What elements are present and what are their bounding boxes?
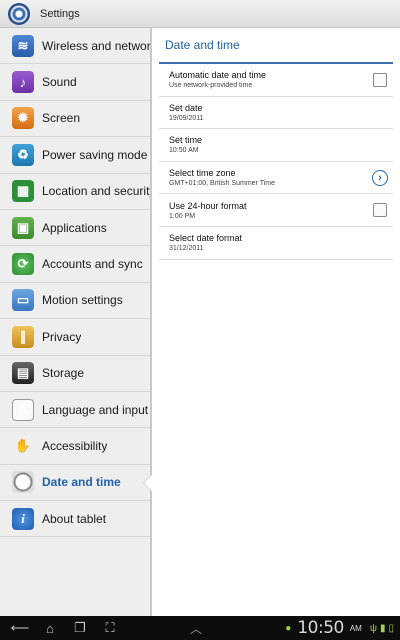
recent-apps-icon[interactable]: ❐ <box>70 620 90 636</box>
window-title: Settings <box>40 7 80 20</box>
chevron-right-icon[interactable]: › <box>372 169 388 186</box>
sidebar-item-wireless[interactable]: ≋ Wireless and networks <box>0 28 150 65</box>
sidebar-item-date-time[interactable]: ◷ Date and time <box>0 465 152 502</box>
pref-title: Use 24-hour format <box>169 200 247 211</box>
pref-use-24-hour-format[interactable]: Use 24-hour format 1:00 PM <box>159 194 393 227</box>
pref-set-date[interactable]: Set date 19/09/2011 <box>159 97 393 130</box>
settings-gear-icon <box>8 2 30 25</box>
sidebar-item-label: Motion settings <box>42 293 123 308</box>
sidebar-item-power-saving[interactable]: ♻ Power saving mode <box>0 137 150 174</box>
signal-icon: ▮ <box>379 622 386 634</box>
recycle-icon: ♻ <box>12 143 34 166</box>
screenshot-icon[interactable]: ⛶ <box>100 620 120 636</box>
clock-icon: ◷ <box>12 471 34 494</box>
system-navigation-bar: ⟵ ⌂ ❐ ⛶ ︿ ● 10:50 AM ψ ▮ ▯ <box>0 616 400 640</box>
sidebar-item-label: Storage <box>42 366 85 381</box>
detail-header: Date and time <box>159 28 393 64</box>
usb-icon: ψ <box>369 622 377 634</box>
pref-summary: GMT+01:00, British Summer Time <box>169 180 276 188</box>
pref-title: Automatic date and time <box>169 70 267 81</box>
sidebar-item-label: Power saving mode <box>42 147 148 162</box>
keyboard-a-icon: A <box>12 398 34 421</box>
pref-select-date-format[interactable]: Select date format 31/12/2011 <box>159 227 393 260</box>
info-icon: i <box>12 507 34 530</box>
hand-icon: ✋ <box>14 437 32 453</box>
sd-card-icon: ▤ <box>12 362 34 385</box>
pref-summary: 1:00 PM <box>169 212 196 220</box>
pref-title: Set date <box>169 102 203 113</box>
sidebar-item-label: Accounts and sync <box>42 257 143 272</box>
sidebar-item-sound[interactable]: ♪ Sound <box>0 64 150 101</box>
sidebar-item-label: Applications <box>42 220 107 235</box>
android-icon: ● <box>285 622 292 634</box>
pref-select-time-zone[interactable]: Select time zone GMT+01:00, British Summ… <box>159 162 393 195</box>
status-area[interactable]: ● 10:50 AM ψ ▮ ▯ <box>282 616 394 640</box>
sidebar-item-about-tablet[interactable]: i About tablet <box>0 501 150 538</box>
title-bar: Settings <box>0 0 400 28</box>
chevron-up-icon[interactable]: ︿ <box>190 620 202 637</box>
back-icon[interactable]: ⟵ <box>10 620 30 636</box>
sidebar-item-applications[interactable]: ▣ Applications <box>0 210 150 247</box>
status-ampm: AM <box>349 623 362 633</box>
pref-title: Select time zone <box>169 168 236 179</box>
pref-title: Set time <box>169 135 203 146</box>
sidebar-item-label: Screen <box>42 111 81 126</box>
fence-icon: ∥ <box>12 325 34 348</box>
tablet-motion-icon: ▭ <box>12 289 34 312</box>
sidebar-item-accessibility[interactable]: ✋ Accessibility <box>0 428 150 465</box>
screen-icon: ✹ <box>12 107 34 130</box>
sidebar-item-label: Wireless and networks <box>42 38 150 53</box>
location-grid-icon: ▦ <box>12 180 34 203</box>
page-title: Date and time <box>165 38 240 52</box>
sidebar-item-screen[interactable]: ✹ Screen <box>0 101 150 138</box>
pref-summary: 31/12/2011 <box>169 245 204 253</box>
pref-summary: 19/09/2011 <box>169 114 204 122</box>
status-clock: 10:50 <box>297 618 344 638</box>
wifi-icon: ≋ <box>12 34 34 57</box>
battery-icon: ▯ <box>388 622 394 634</box>
sidebar-item-accounts-sync[interactable]: ⟳ Accounts and sync <box>0 246 150 283</box>
pref-automatic-date-time[interactable]: Automatic date and time Use network-prov… <box>159 64 393 97</box>
use-24-hour-checkbox[interactable] <box>373 203 387 218</box>
detail-pane: Date and time Automatic date and time Us… <box>152 28 400 616</box>
sync-icon: ⟳ <box>12 253 34 276</box>
sidebar-item-motion[interactable]: ▭ Motion settings <box>0 283 150 320</box>
sidebar-item-label: Language and input <box>42 402 149 417</box>
sidebar-item-label: Date and time <box>42 475 121 490</box>
sidebar-item-label: Location and security <box>42 184 150 199</box>
pref-summary: Use network-provided time <box>169 82 253 90</box>
sidebar-item-privacy[interactable]: ∥ Privacy <box>0 319 150 356</box>
sidebar-item-storage[interactable]: ▤ Storage <box>0 356 150 392</box>
home-icon[interactable]: ⌂ <box>40 620 60 636</box>
pref-set-time[interactable]: Set time 10:50 AM <box>159 129 393 162</box>
sidebar-item-location-security[interactable]: ▦ Location and security <box>0 174 150 210</box>
sidebar-item-label: About tablet <box>42 511 107 526</box>
sidebar-item-language-input[interactable]: A Language and input <box>0 392 150 429</box>
applications-icon: ▣ <box>12 216 34 239</box>
sidebar-item-label: Privacy <box>42 329 82 344</box>
sidebar-item-label: Sound <box>42 75 77 90</box>
settings-sidebar: ≋ Wireless and networks ♪ Sound ✹ Screen… <box>0 28 152 616</box>
automatic-date-time-checkbox[interactable] <box>373 73 387 87</box>
sidebar-item-label: Accessibility <box>42 438 108 453</box>
pref-summary: 10:50 AM <box>169 147 199 155</box>
pref-title: Select date format <box>169 233 243 244</box>
sound-icon: ♪ <box>12 71 34 94</box>
